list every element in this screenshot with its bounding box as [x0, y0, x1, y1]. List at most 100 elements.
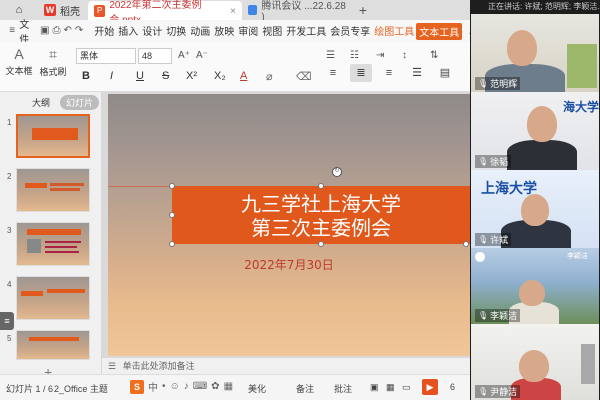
font-size-select[interactable]: 48: [138, 48, 172, 64]
strikethrough-button[interactable]: S: [162, 70, 169, 82]
thumb-number: 2: [7, 172, 12, 181]
close-tab-icon[interactable]: ×: [230, 6, 236, 17]
grow-font-icon[interactable]: A⁺: [178, 50, 190, 61]
subscript-button[interactable]: X₂: [214, 70, 226, 82]
comments-toggle-button[interactable]: 批注: [334, 382, 352, 395]
keyboard-icon[interactable]: ⌨: [193, 381, 207, 392]
tab-tencent-meeting[interactable]: 腾讯会议 ...22.6.28 ): [242, 0, 352, 23]
participant-tile[interactable]: 李颖洁 🎙 李颖洁: [471, 248, 599, 324]
tab-view[interactable]: 视图: [260, 23, 284, 40]
slide-title-textbox[interactable]: 九三学社上海大学 第三次主委例会: [172, 186, 470, 244]
ribbon-tabs: 开始 插入 设计 切换 动画 放映 审阅 视图 开发工具 会员专享 绘图工具 文…: [92, 22, 463, 40]
tab-text-tools[interactable]: 文本工具: [416, 22, 463, 40]
video-meeting-panel: 正在讲话: 许斌; 范明辉; 李颖洁... 🎙 范明辉 海大学 🎙 徐韬 上海大…: [470, 0, 600, 400]
font-name-select[interactable]: 黑体: [76, 48, 136, 64]
meeting-tab-icon: [248, 5, 258, 15]
tab-drawing-tools[interactable]: 绘图工具: [372, 23, 416, 40]
bold-button[interactable]: B: [82, 70, 90, 82]
resize-handle[interactable]: [169, 183, 175, 189]
justify-icon[interactable]: ☰: [406, 64, 428, 82]
format-painter-button[interactable]: ⌗ 格式刷: [38, 46, 68, 78]
voice-icon[interactable]: ♪: [184, 381, 189, 392]
participant-tile[interactable]: 🎙 尹静洁: [471, 324, 599, 400]
clear-format-icon[interactable]: ⌫: [296, 70, 312, 83]
slide-thumbnail-4[interactable]: [16, 276, 90, 320]
tab-insert[interactable]: 插入: [116, 23, 140, 40]
resize-handle[interactable]: [318, 183, 324, 189]
participant-name-tag: 🎙 许斌: [475, 233, 512, 246]
thumb-photo: [27, 239, 41, 253]
beautify-button[interactable]: 美化: [248, 382, 266, 395]
slide-title-line-2: 第三次主委例会: [251, 216, 391, 240]
tab-transition[interactable]: 切换: [164, 23, 188, 40]
tab-developer[interactable]: 开发工具: [284, 23, 328, 40]
bullets-icon[interactable]: ☰: [326, 50, 335, 61]
tab-wps-daoke[interactable]: W 稻壳: [38, 0, 88, 20]
participant-name-tag: 🎙 范明辉: [475, 77, 521, 90]
skin-icon[interactable]: ✿: [211, 381, 219, 392]
person-head: [519, 280, 545, 306]
font-color-button[interactable]: A: [240, 70, 247, 82]
numbering-icon[interactable]: ☷: [350, 50, 359, 61]
save-icon[interactable]: ▣: [40, 25, 49, 37]
theme-name[interactable]: 2_Office 主题: [54, 382, 108, 395]
participant-tile[interactable]: 🎙 范明辉: [471, 14, 599, 92]
tab-document-pptx[interactable]: P 2022年第二次主委例会.pptx ×: [88, 0, 242, 26]
align-center-icon[interactable]: ≣: [350, 64, 372, 82]
distribute-icon[interactable]: ▤: [434, 64, 456, 82]
thumb-title-bar: [47, 289, 85, 293]
reading-view-icon[interactable]: ▭: [402, 382, 411, 393]
align-left-icon[interactable]: ≡: [322, 64, 344, 82]
notes-toggle-button[interactable]: 备注: [296, 382, 314, 395]
participant-name: 徐韬: [490, 157, 509, 167]
slide-thumbnail-3[interactable]: [16, 222, 90, 266]
tab-wps-label: 稻壳: [60, 6, 80, 18]
collapse-panel-handle[interactable]: ≡: [0, 312, 14, 330]
superscript-button[interactable]: X²: [186, 70, 197, 82]
resize-handle[interactable]: [169, 212, 175, 218]
sogou-ime-icon[interactable]: S: [130, 379, 144, 394]
outline-view-tab[interactable]: 大纲: [28, 95, 54, 110]
slides-view-tab[interactable]: 幻灯片: [60, 95, 100, 110]
tab-review[interactable]: 审阅: [236, 23, 260, 40]
tab-start[interactable]: 开始: [92, 23, 116, 40]
text-direction-icon[interactable]: ⇅: [430, 50, 438, 61]
italic-button[interactable]: I: [110, 70, 113, 82]
new-tab-button[interactable]: +: [352, 2, 374, 18]
toolbox-icon[interactable]: ▦: [224, 381, 233, 392]
resize-handle[interactable]: [463, 241, 469, 247]
slide-date: 2022年7月30日: [244, 258, 334, 272]
slide-thumbnail-1[interactable]: [16, 114, 90, 158]
emoji-icon[interactable]: ☺: [170, 381, 180, 392]
ime-mode[interactable]: 中: [148, 379, 158, 394]
resize-handle[interactable]: [318, 241, 324, 247]
text-box-button[interactable]: A 文本框: [4, 46, 34, 77]
slide-thumbnail-5[interactable]: [16, 330, 90, 360]
tab-design[interactable]: 设计: [140, 23, 164, 40]
sorter-view-icon[interactable]: ▦: [386, 382, 395, 393]
redo-icon[interactable]: ↷: [75, 25, 83, 37]
tab-slideshow[interactable]: 放映: [212, 23, 236, 40]
zoom-level[interactable]: 6: [450, 382, 455, 392]
resize-handle[interactable]: [169, 241, 175, 247]
undo-icon[interactable]: ↶: [63, 25, 71, 37]
tab-animation[interactable]: 动画: [188, 23, 212, 40]
indent-icon[interactable]: ⇥: [376, 50, 384, 61]
participant-name-tag: 🎙 尹静洁: [475, 385, 521, 398]
slide-thumbnail-2[interactable]: [16, 168, 90, 212]
rotate-handle-icon[interactable]: ↻: [332, 167, 342, 177]
play-slideshow-icon[interactable]: ▶: [422, 379, 438, 395]
current-slide[interactable]: ↻ 九三学社上海大学 第三次主委例会 2022年7月30日: [108, 94, 470, 356]
participant-tile[interactable]: 海大学 🎙 徐韬: [471, 92, 599, 170]
punctuation-icon[interactable]: •: [162, 381, 166, 392]
shrink-font-icon[interactable]: A⁻: [196, 50, 208, 61]
notes-area[interactable]: ☰ 单击此处添加备注: [102, 358, 470, 374]
tab-member[interactable]: 会员专享: [328, 23, 372, 40]
normal-view-icon[interactable]: ▣: [370, 382, 379, 393]
align-right-icon[interactable]: ≡: [378, 64, 400, 82]
line-spacing-icon[interactable]: ↕: [402, 50, 407, 61]
print-icon[interactable]: ⎙: [52, 25, 60, 37]
participant-tile-active[interactable]: 上海大学 🎙 许斌: [471, 170, 599, 248]
underline-button[interactable]: U: [136, 70, 144, 82]
eraser-icon[interactable]: ⌀: [266, 70, 273, 83]
